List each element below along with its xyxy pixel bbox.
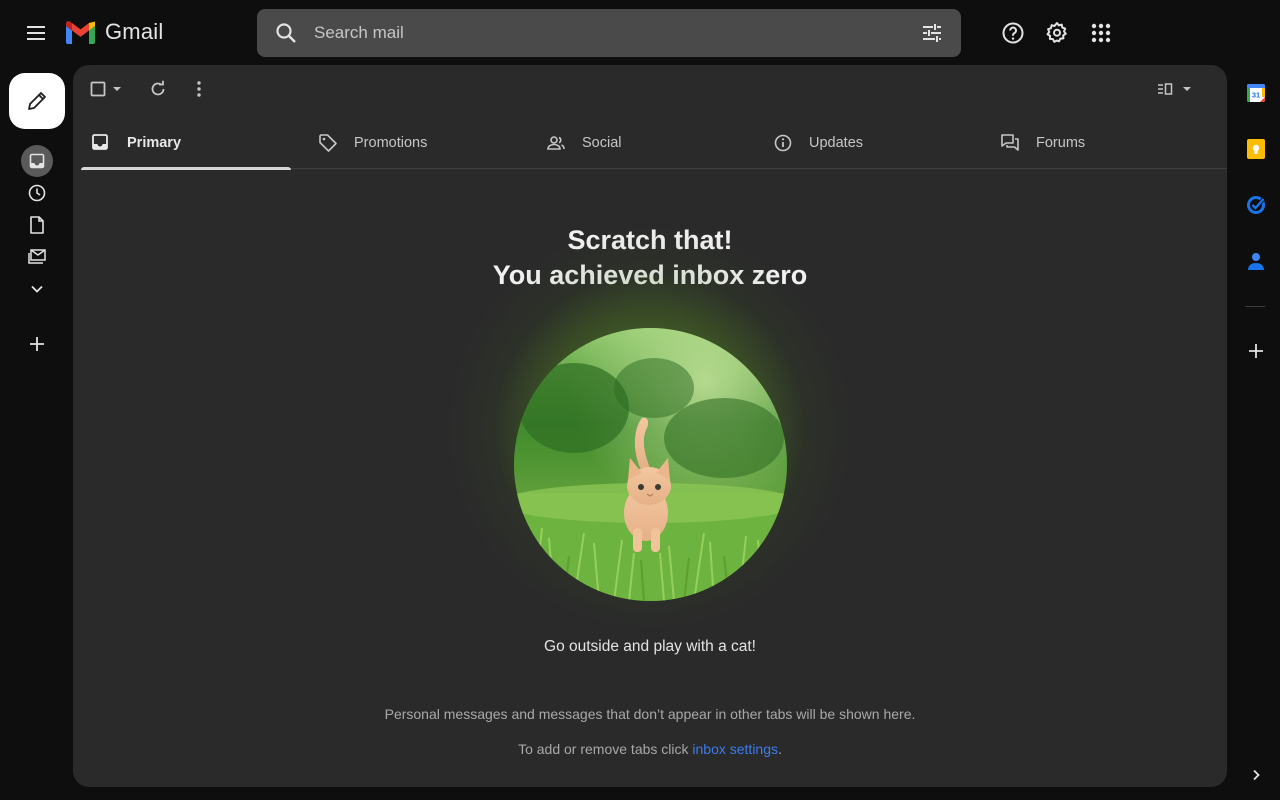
forum-icon — [1000, 133, 1020, 153]
split-pane-toggle[interactable] — [1152, 77, 1196, 101]
kitten-photo — [514, 328, 787, 601]
nav-drafts[interactable] — [21, 209, 53, 241]
nav-all-mail[interactable] — [21, 241, 53, 273]
apps-button[interactable] — [1081, 13, 1121, 53]
show-side-panel-button[interactable] — [1244, 763, 1268, 787]
refresh-button[interactable] — [146, 77, 170, 101]
info-icon — [773, 133, 793, 153]
nav-more[interactable] — [21, 273, 53, 305]
calendar-app-button[interactable]: 31 — [1244, 81, 1268, 105]
more-actions-button[interactable] — [187, 77, 211, 101]
main-menu-button[interactable] — [16, 13, 56, 53]
checkbox-icon — [90, 81, 106, 97]
caret-down-icon[interactable] — [112, 86, 122, 92]
inbox-panel: Primary Promotions Social Updates Forums — [73, 65, 1227, 787]
tab-promotions[interactable]: Promotions — [308, 117, 518, 169]
pencil-icon — [25, 89, 49, 113]
mail-stack-icon — [28, 249, 46, 265]
nav-inbox[interactable] — [21, 145, 53, 177]
contacts-icon — [1248, 252, 1264, 270]
keep-icon — [1247, 139, 1265, 159]
plus-icon — [29, 336, 45, 352]
tab-updates[interactable]: Updates — [763, 117, 973, 169]
more-vertical-icon — [197, 81, 201, 97]
plus-icon — [1249, 344, 1263, 358]
menu-icon — [24, 21, 48, 45]
inbox-icon — [29, 153, 45, 169]
side-panel-divider — [1245, 306, 1265, 307]
tasks-app-button[interactable] — [1244, 193, 1268, 217]
tab-forums[interactable]: Forums — [990, 117, 1200, 169]
file-icon — [29, 216, 45, 234]
gmail-logo[interactable]: Gmail — [64, 19, 163, 45]
inbox-settings-link[interactable]: inbox settings — [692, 741, 778, 757]
nav-create-label[interactable] — [21, 328, 53, 360]
compose-button[interactable] — [9, 73, 65, 129]
category-tabs: Primary Promotions Social Updates Forums — [81, 117, 1227, 170]
tab-label: Promotions — [354, 135, 428, 151]
split-pane-icon — [1157, 83, 1173, 95]
chevron-down-icon — [30, 284, 44, 294]
nav-snoozed[interactable] — [21, 177, 53, 209]
tab-label: Updates — [809, 135, 864, 151]
clock-icon — [28, 184, 46, 202]
tab-label: Primary — [127, 135, 182, 151]
help-button[interactable] — [993, 13, 1033, 53]
caret-down-icon — [1182, 86, 1192, 92]
hint-suffix: . — [778, 741, 782, 757]
tune-icon[interactable] — [920, 21, 944, 45]
empty-state-caption: Go outside and play with a cat! — [544, 638, 756, 655]
inbox-icon — [91, 133, 111, 153]
search-icon[interactable] — [274, 21, 298, 45]
help-icon — [1001, 21, 1025, 45]
calendar-icon: 31 — [1246, 83, 1266, 103]
search-bar[interactable] — [257, 9, 961, 57]
svg-text:31: 31 — [1252, 91, 1260, 100]
settings-button[interactable] — [1037, 13, 1077, 53]
tab-label: Social — [582, 135, 622, 151]
tab-info-text: Personal messages and messages that don’… — [384, 706, 916, 722]
tasks-icon — [1246, 195, 1266, 215]
contacts-app-button[interactable] — [1244, 249, 1268, 273]
tab-primary[interactable]: Primary — [81, 117, 291, 170]
logo-text: Gmail — [105, 19, 164, 44]
tag-icon — [318, 133, 338, 153]
tab-settings-hint: To add or remove tabs click inbox settin… — [73, 741, 1227, 757]
refresh-icon — [149, 80, 167, 98]
tab-social[interactable]: Social — [536, 117, 746, 169]
hint-prefix: To add or remove tabs click — [518, 741, 693, 757]
select-all-checkbox[interactable] — [87, 77, 125, 101]
gmail-m-icon — [64, 20, 97, 45]
tab-label: Forums — [1036, 135, 1086, 151]
apps-grid-icon — [1091, 23, 1111, 43]
keep-app-button[interactable] — [1244, 137, 1268, 161]
gear-icon — [1045, 21, 1069, 45]
get-addons-button[interactable] — [1244, 339, 1268, 363]
chevron-right-icon — [1252, 769, 1260, 781]
search-input[interactable] — [314, 9, 920, 57]
people-icon — [546, 133, 566, 153]
